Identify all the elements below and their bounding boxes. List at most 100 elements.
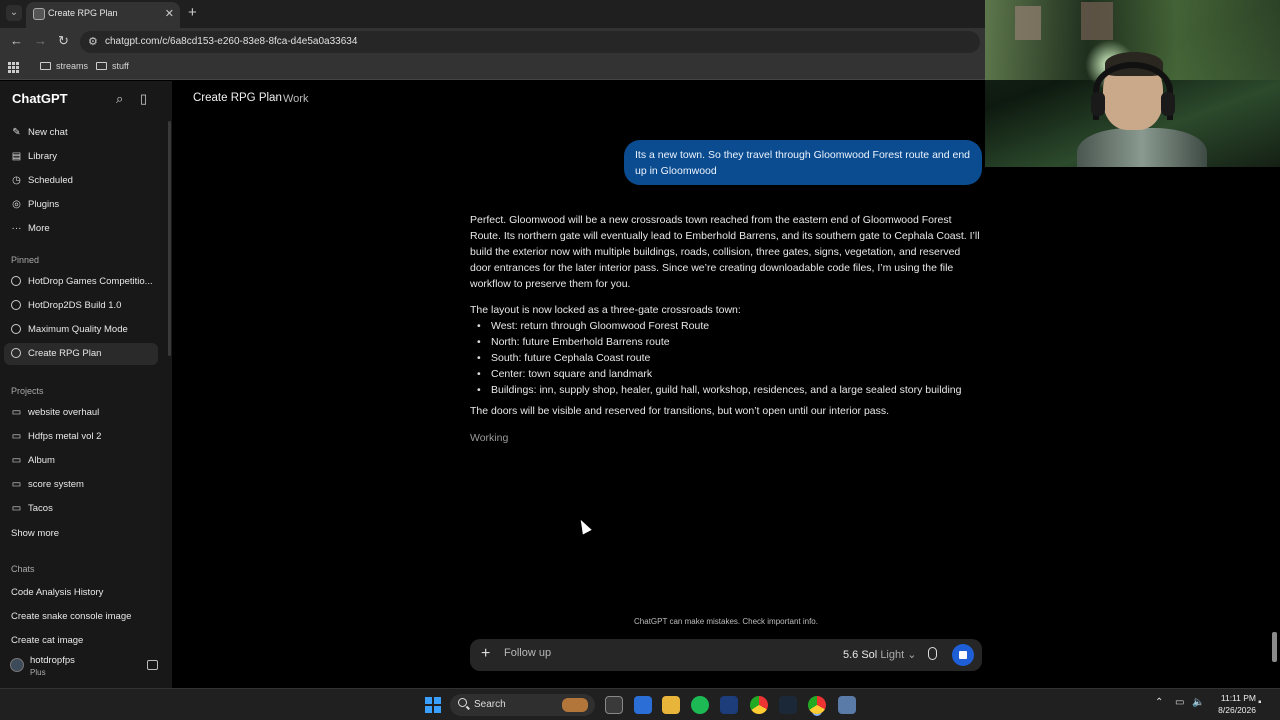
apps-grid-icon[interactable] [8,62,19,73]
app-name[interactable]: ChatGPT [12,91,68,106]
search-icon[interactable]: ⌕ [116,91,123,107]
project-name[interactable]: Work [283,93,308,105]
sidebar-item-plugins[interactable]: ◎ Plugins [4,194,158,216]
sidebar-item-library[interactable]: ▤ Library [4,146,158,168]
chrome-active-icon[interactable] [808,696,826,714]
bullet-item: Buildings: inn, supply shop, healer, gui… [477,382,984,398]
volume-icon[interactable]: 🔈 [1192,697,1204,708]
stop-icon [959,651,967,659]
folder-icon: ▭ [11,431,22,442]
add-attachment-icon[interactable]: + [481,645,490,663]
bullet-item: North: future Emberhold Barrens route [477,334,984,350]
chat-main: Create RPG Plan · Work Its a new town. S… [172,81,1280,688]
assistant-paragraph: Perfect. Gloomwood will be a new crossro… [470,214,980,290]
chat-history-item[interactable]: Create cat image [11,635,83,646]
site-settings-icon[interactable]: ⚙ [88,35,98,48]
project-item[interactable]: ▭ website overhaul [4,402,158,424]
user-plan: Plus [30,668,46,677]
webcam-overlay [985,0,1280,167]
conversation-title[interactable]: Create RPG Plan [193,92,282,104]
windows-start-icon[interactable] [425,697,441,713]
search-icon [458,698,467,707]
pinned-chat-active[interactable]: Create RPG Plan [4,343,158,365]
back-arrow-icon[interactable]: ← [10,33,23,48]
chatgpt-favicon-icon [33,8,45,20]
pinned-heading: Pinned [11,255,40,265]
network-icon[interactable]: ▭ [1175,697,1184,708]
assistant-bullet-list: West: return through Gloomwood Forest Ro… [477,318,984,398]
sidebar: ChatGPT ⌕ ▯ ✎ New chat ▤ Library ◷ Schedule… [0,81,172,688]
bullet-item: South: future Cephala Coast route [477,350,984,366]
file-explorer-icon[interactable] [662,696,680,714]
chat-bubble-icon [11,324,21,334]
folder-icon: ▭ [11,479,22,490]
chat-bubble-icon [11,276,21,286]
bullet-item: Center: town square and landmark [477,366,984,382]
steam-icon[interactable] [779,696,797,714]
new-window-icon[interactable] [147,660,158,670]
taskbar-search[interactable]: Search [450,694,595,716]
chats-heading: Chats [11,564,35,574]
more-icon: ··· [11,223,22,234]
bullet-item: West: return through Gloomwood Forest Ro… [477,318,984,334]
sidebar-scrollbar[interactable] [168,121,171,356]
project-item[interactable]: ▭ score system [4,474,158,496]
working-status: Working [470,432,509,444]
chevron-down-icon: ⌄ [907,649,917,661]
browser-tab[interactable]: Create RPG Plan ✕ [26,2,180,28]
task-view-icon[interactable] [605,696,623,714]
show-more-link[interactable]: Show more [11,528,59,539]
pinned-chat[interactable]: HotDrop2DS Build 1.0 [4,295,158,317]
taskbar-clock[interactable]: 11:11 PM 8/26/2026 [1208,692,1256,716]
pinned-chat[interactable]: Maximum Quality Mode [4,319,158,341]
mouse-cursor-icon [576,517,592,535]
stop-generating-button[interactable] [952,644,974,666]
folder-icon [40,62,51,70]
address-bar[interactable]: ⚙ chatgpt.com/c/6a8cd153-e260-83e8-8fca-… [80,31,980,53]
new-tab-plus-icon[interactable]: + [188,4,197,21]
windows-taskbar: Search ⌃ ▭ 🔈 11:11 PM 8/26/2026 ▪ [0,688,1280,720]
chat-history-item[interactable]: Create snake console image [11,611,131,622]
message-input[interactable] [504,647,784,659]
reload-icon[interactable]: ↻ [58,33,69,49]
main-scrollbar[interactable] [1272,632,1277,662]
project-item[interactable]: ▭ Album [4,450,158,472]
tab-title: Create RPG Plan [48,8,118,18]
user-profile[interactable]: hotdropfps Plus [0,648,172,688]
app-gear-icon[interactable] [838,696,856,714]
bookmark-streams[interactable]: streams [40,61,88,71]
compose-icon: ✎ [12,127,21,138]
assistant-paragraph: The doors will be visible and reserved f… [470,405,890,417]
microphone-icon[interactable] [928,647,937,660]
user-message-bubble: Its a new town. So they travel through G… [624,140,982,185]
notification-icon[interactable]: ▪ [1258,697,1262,708]
forward-arrow-icon[interactable]: → [34,33,47,48]
hud-fx-icon[interactable] [720,696,738,714]
library-icon: ▤ [11,151,22,162]
spotify-icon[interactable] [691,696,709,714]
avatar [10,658,24,672]
clock-icon: ◷ [12,175,21,186]
sidebar-item-more[interactable]: ··· More [4,218,158,240]
plugin-icon: ◎ [12,199,21,210]
sidebar-toggle-icon[interactable]: ▯ [140,91,147,107]
model-selector[interactable]: 5.6 Sol Light ⌄ [843,648,916,661]
chat-history-item[interactable]: Code Analysis History [11,587,103,598]
tab-search-chevron-icon[interactable]: ⌄ [6,5,22,21]
projects-heading: Projects [11,386,44,396]
url-text[interactable]: chatgpt.com/c/6a8cd153-e260-83e8-8fca-d4… [105,36,357,47]
chrome-icon[interactable] [750,696,768,714]
tray-chevron-icon[interactable]: ⌃ [1155,697,1163,708]
folder-icon: ▭ [11,407,22,418]
pinned-chat[interactable]: HotDrop Games Competitio... [4,271,158,293]
bookmark-stuff[interactable]: stuff [96,61,129,71]
composer: + 5.6 Sol Light ⌄ [470,639,982,671]
project-item[interactable]: ▭ Hdfps metal vol 2 [4,426,158,448]
project-item[interactable]: ▭ Tacos [4,498,158,520]
notepad-icon[interactable] [634,696,652,714]
sidebar-item-new-chat[interactable]: ✎ New chat [4,122,158,144]
assistant-paragraph: The layout is now locked as a three-gate… [470,304,741,316]
sidebar-item-scheduled[interactable]: ◷ Scheduled [4,170,158,192]
close-tab-icon[interactable]: ✕ [165,7,174,20]
chat-bubble-icon [11,348,21,358]
